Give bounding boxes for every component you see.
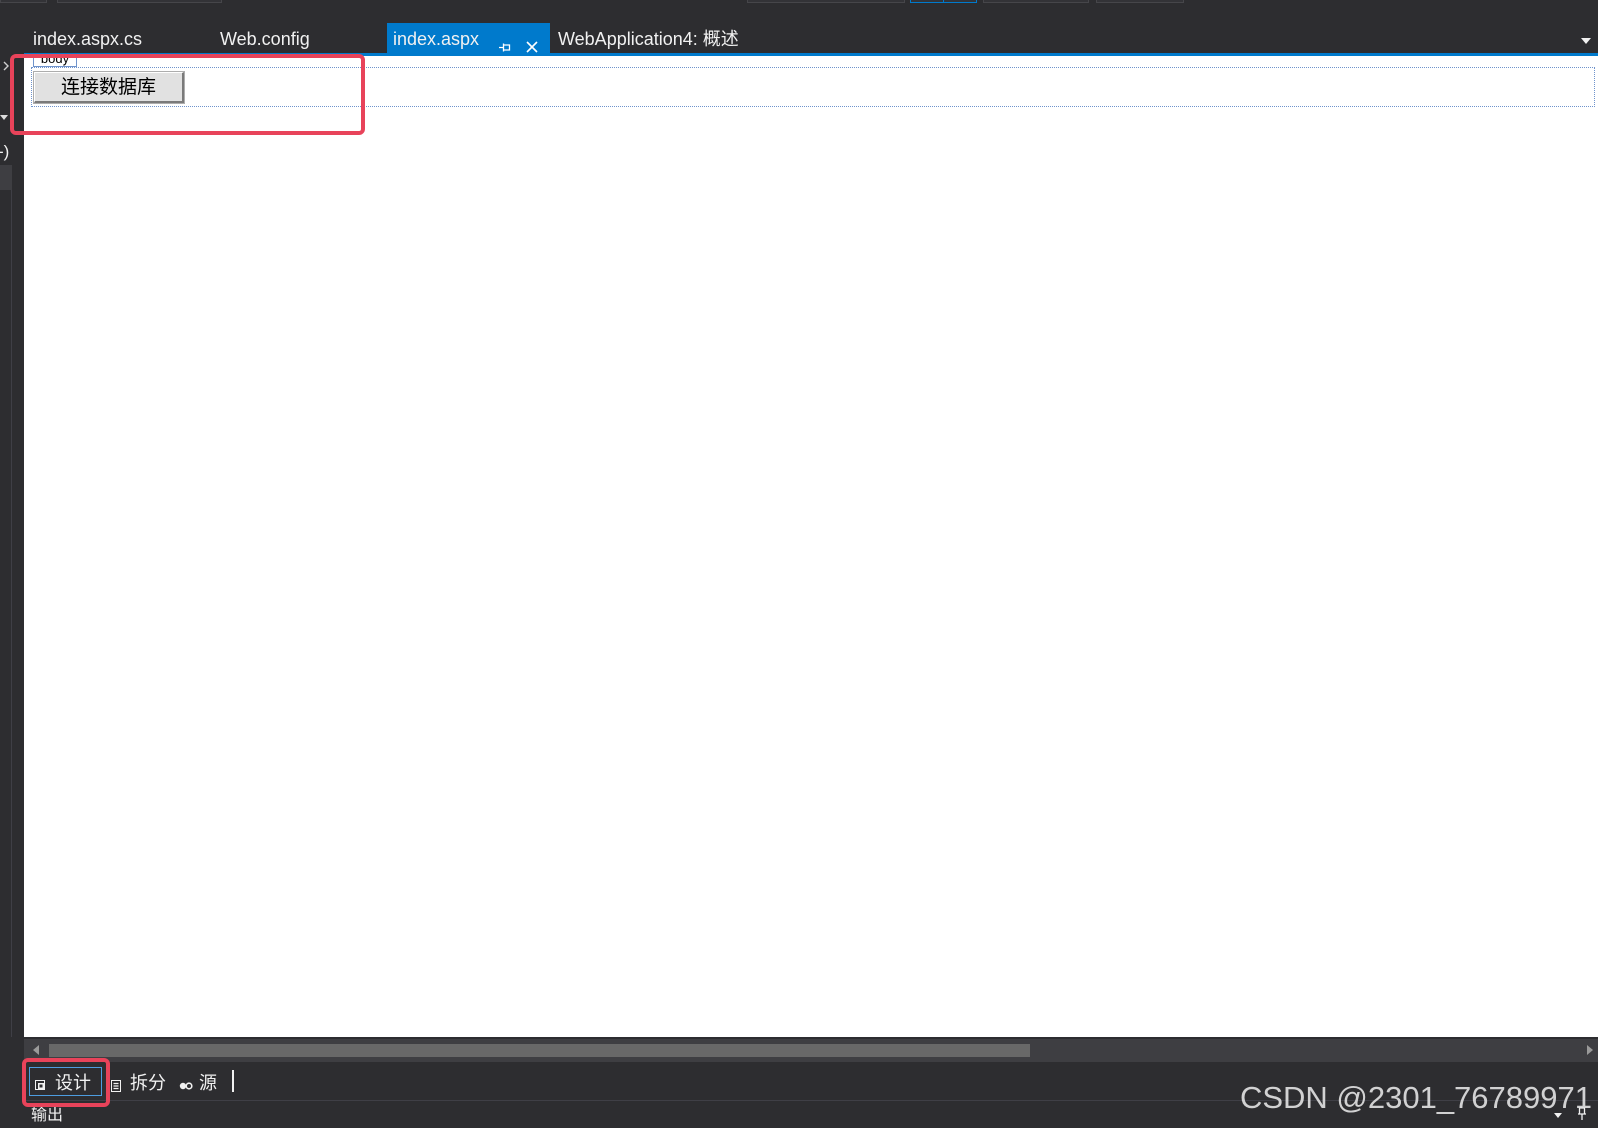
scroll-left-arrow-icon[interactable]	[33, 1045, 39, 1055]
split-view-icon	[110, 1076, 124, 1092]
source-view-icon	[179, 1076, 193, 1090]
toolbar-control-edge	[1096, 0, 1184, 3]
dropdown-triangle-icon[interactable]	[0, 115, 8, 120]
tab-index-aspx[interactable]: index.aspx	[387, 23, 550, 54]
left-panel-clipped-text: -)	[0, 142, 10, 161]
view-tab-label: 源	[199, 1072, 217, 1093]
design-surface[interactable]: body 连接数据库	[24, 56, 1598, 1037]
tab-index-aspx-cs[interactable]: index.aspx.cs	[24, 23, 200, 54]
split-view-tab[interactable]: 拆分	[110, 1067, 172, 1096]
source-view-tab[interactable]: 源	[179, 1067, 229, 1096]
document-tab-bar: index.aspx.cs Web.config index.aspx WebA…	[24, 23, 1598, 54]
tab-web-config[interactable]: Web.config	[211, 23, 387, 54]
tab-label: index.aspx	[393, 29, 480, 49]
toolbar-control-edge-active	[910, 0, 977, 3]
annotation-highlight-design-tab	[22, 1058, 110, 1107]
scrollbar-thumb[interactable]	[49, 1044, 1031, 1057]
toolbar-control-edge	[747, 0, 905, 3]
close-icon[interactable]	[525, 32, 539, 53]
ide-window: -) index.aspx.cs Web.config index.aspx	[0, 0, 1598, 1128]
watermark: CSDN @2301_76789971	[1239, 1080, 1592, 1115]
chevron-right-icon[interactable]	[2, 58, 10, 71]
tab-webapplication4-overview[interactable]: WebApplication4: 概述	[550, 23, 820, 54]
scroll-right-arrow-icon[interactable]	[1587, 1045, 1593, 1055]
left-panel-divider	[11, 190, 12, 1037]
output-panel-title[interactable]: 输出	[31, 1106, 63, 1126]
chevron-down-icon[interactable]	[1581, 38, 1591, 44]
annotation-highlight-button	[10, 54, 365, 135]
toolbar-control-edge	[0, 0, 47, 3]
toolbar-control-edge	[983, 0, 1089, 3]
toolbar-control-edge	[57, 0, 222, 3]
left-panel-edge: -)	[0, 22, 24, 1128]
toolbar-strip	[0, 0, 1598, 22]
scrollbar-track[interactable]	[49, 1044, 1582, 1057]
tab-label: WebApplication4: 概述	[558, 29, 739, 49]
view-tab-label: 拆分	[130, 1072, 166, 1093]
horizontal-scrollbar[interactable]	[24, 1039, 1598, 1062]
view-tabs-separator	[232, 1070, 234, 1092]
pin-icon[interactable]	[499, 32, 512, 52]
tab-label: index.aspx.cs	[33, 29, 143, 49]
left-panel-scroll-thumb[interactable]	[0, 165, 12, 190]
tab-label: Web.config	[220, 29, 310, 49]
